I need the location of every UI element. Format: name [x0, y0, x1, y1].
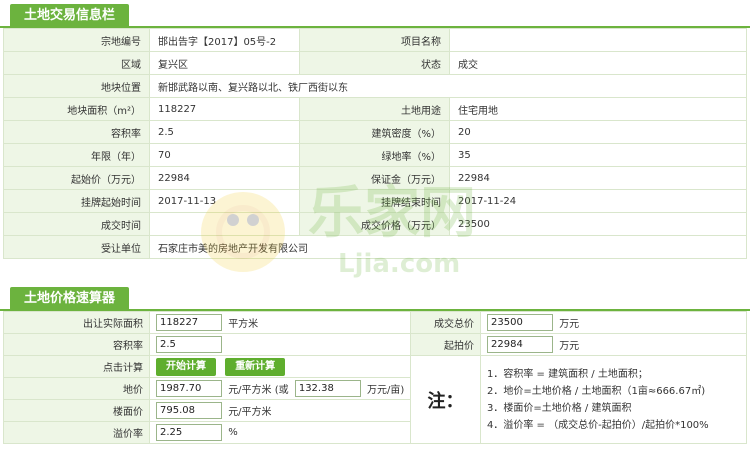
info-value: 成交: [449, 51, 747, 75]
note-line-3: 3．楼面价=土地价格 / 建筑面积: [487, 402, 632, 414]
info-value: 118227: [149, 97, 300, 121]
info-row: 地块位置 新邯武路以南、复兴路以北、铁厂西街以东: [3, 74, 747, 98]
info-label: 受让单位: [3, 235, 150, 259]
calculator-title: 土地价格速算器: [10, 287, 130, 311]
premium-label: 溢价率: [3, 421, 150, 444]
calculator-table: 出让实际面积 118227 平方米 成交总价 23500 万元 容积率 2.5 …: [3, 311, 747, 444]
land-price-label: 地价: [3, 377, 150, 400]
info-label: 状态: [299, 51, 450, 75]
start-price-label: 起拍价: [410, 333, 481, 356]
info-label: 年限（年）: [3, 143, 150, 167]
total-price-label: 成交总价: [410, 311, 481, 334]
start-calc-button[interactable]: 开始计算: [156, 357, 216, 376]
land-price-mu-output[interactable]: 132.38: [294, 380, 361, 397]
info-label: 地块面积（m²）: [3, 97, 150, 121]
info-row: 年限（年） 70 绿地率（%） 35: [3, 143, 747, 167]
note-line-2: 2．地价=土地价格 / 土地面积（1亩≈666.67㎡): [487, 385, 706, 397]
reset-calc-button[interactable]: 重新计算: [225, 357, 286, 376]
info-row: 地块面积（m²） 118227 土地用途 住宅用地: [3, 97, 747, 121]
total-price-input[interactable]: 23500: [487, 314, 553, 331]
info-label: 容积率: [3, 120, 150, 144]
area-input[interactable]: 118227: [156, 314, 222, 331]
area-unit: 平方米: [228, 319, 259, 330]
area-label: 出让实际面积: [3, 311, 150, 334]
note-line-1: 1．容积率 = 建筑面积 / 土地面积；: [487, 368, 648, 380]
info-value: 邯出告字【2017】05号-2: [149, 28, 300, 52]
info-value: 35: [449, 143, 747, 167]
info-value: 新邯武路以南、复兴路以北、铁厂西街以东: [149, 74, 747, 98]
info-label: 项目名称: [299, 28, 450, 52]
info-label: 区域: [3, 51, 150, 75]
info-row: 宗地编号 邯出告字【2017】05号-2 项目名称: [3, 28, 747, 52]
info-value: [149, 212, 300, 236]
info-value: [449, 28, 747, 52]
land-price-unit-b: 万元/亩): [367, 385, 405, 396]
land-price-output[interactable]: 1987.70: [156, 380, 222, 397]
info-value: 22984: [149, 166, 300, 190]
floor-price-label: 楼面价: [3, 399, 150, 422]
info-value: 2.5: [149, 120, 300, 144]
note-line-4: 4．溢价率 = （成交总价-起拍价）/起拍价*100%: [487, 419, 709, 431]
floor-price-unit: 元/平方米: [228, 407, 272, 418]
info-label: 土地用途: [299, 97, 450, 121]
info-label: 成交价格（万元）: [299, 212, 450, 236]
floor-price-output[interactable]: 795.08: [156, 402, 222, 419]
info-label: 建筑密度（%）: [299, 120, 450, 144]
info-row: 容积率 2.5 建筑密度（%） 20: [3, 120, 747, 144]
start-price-unit: 万元: [559, 341, 580, 352]
info-label: 成交时间: [3, 212, 150, 236]
info-label: 挂牌结束时间: [299, 189, 450, 213]
land-info-title: 土地交易信息栏: [10, 4, 130, 28]
info-value: 70: [149, 143, 300, 167]
info-value: 2017-11-13: [149, 189, 300, 213]
land-price-unit-a: 元/平方米 (或: [228, 385, 289, 396]
info-row: 挂牌起始时间 2017-11-13 挂牌结束时间 2017-11-24: [3, 189, 747, 213]
info-value: 住宅用地: [449, 97, 747, 121]
click-calc-label: 点击计算: [3, 355, 150, 378]
info-value: 复兴区: [149, 51, 300, 75]
info-label: 挂牌起始时间: [3, 189, 150, 213]
info-row: 受让单位 石家庄市美的房地产开发有限公司: [3, 235, 747, 259]
info-label: 宗地编号: [3, 28, 150, 52]
info-row: 起始价（万元） 22984 保证金（万元） 22984: [3, 166, 747, 190]
info-label: 起始价（万元）: [3, 166, 150, 190]
far-input[interactable]: 2.5: [156, 336, 222, 353]
info-value: 23500: [449, 212, 747, 236]
notes-title: 注：: [410, 355, 481, 444]
info-value: 石家庄市美的房地产开发有限公司: [149, 235, 747, 259]
calculator-section: 土地价格速算器 出让实际面积 118227 平方米 成交总价 23500 万元 …: [0, 283, 750, 444]
info-row: 区域 复兴区 状态 成交: [3, 51, 747, 75]
land-info-header: 土地交易信息栏: [0, 0, 750, 28]
land-info-section: 土地交易信息栏 宗地编号 邯出告字【2017】05号-2 项目名称 区域 复兴区 状态 成交…: [0, 0, 750, 259]
info-value: 2017-11-24: [449, 189, 747, 213]
info-value: 22984: [449, 166, 747, 190]
notes-box: 1．容积率 = 建筑面积 / 土地面积； 2．地价=土地价格 / 土地面积（1亩…: [480, 355, 747, 444]
total-price-unit: 万元: [559, 319, 580, 330]
info-label: 保证金（万元）: [299, 166, 450, 190]
info-label: 地块位置: [3, 74, 150, 98]
land-info-table: 宗地编号 邯出告字【2017】05号-2 项目名称 区域 复兴区 状态 成交 地块位置 新邯武路…: [3, 28, 747, 259]
start-price-input[interactable]: 22984: [487, 336, 553, 353]
premium-output[interactable]: 2.25: [156, 424, 222, 441]
calculator-header: 土地价格速算器: [0, 283, 750, 311]
info-label: 绿地率（%）: [299, 143, 450, 167]
premium-unit: %: [228, 427, 238, 438]
far-label: 容积率: [3, 333, 150, 356]
info-row: 成交时间 成交价格（万元） 23500: [3, 212, 747, 236]
info-value: 20: [449, 120, 747, 144]
